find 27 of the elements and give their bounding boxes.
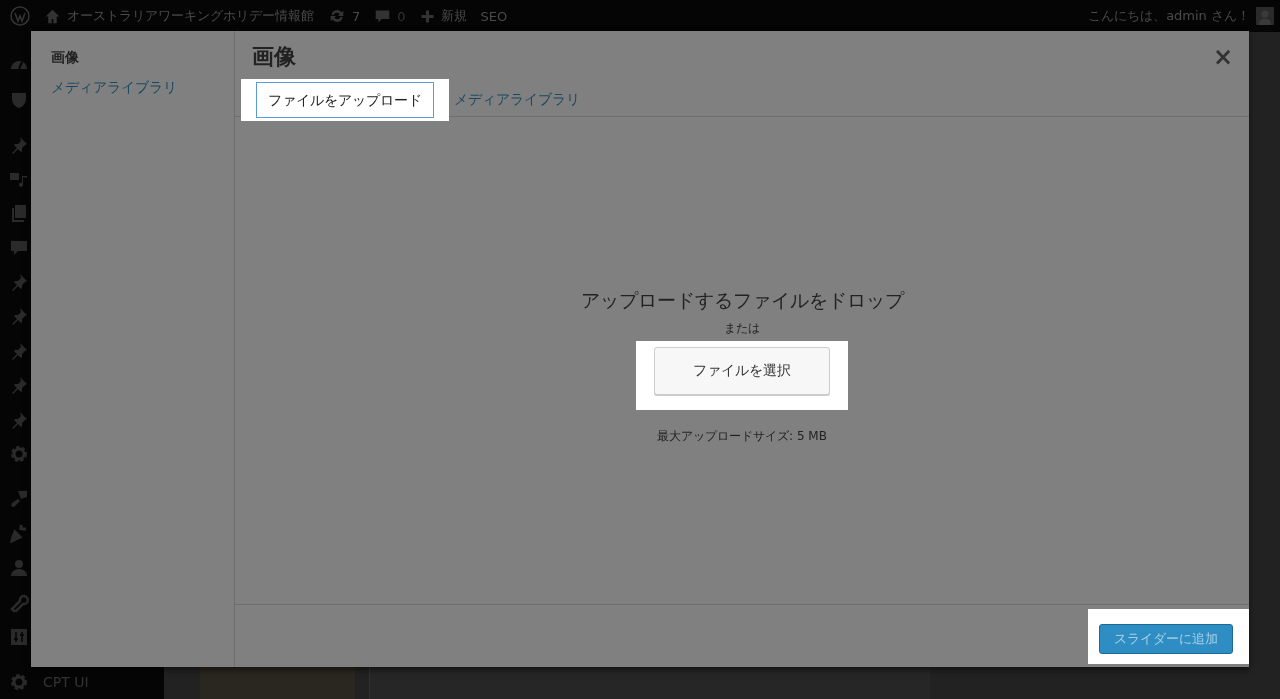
modal-menu-item[interactable]: 画像 xyxy=(51,49,234,67)
close-button[interactable]: × xyxy=(1212,45,1233,69)
wrench-icon[interactable] xyxy=(9,592,29,613)
drop-instructions: アップロードするファイルをドロップ xyxy=(580,288,904,313)
max-upload-size: 最大アップロードサイズ: 5 MB xyxy=(657,428,827,445)
gear-icon xyxy=(9,671,29,692)
sliders-icon[interactable] xyxy=(9,626,29,647)
avatar-silhouette-icon xyxy=(1256,7,1274,25)
or-text: または xyxy=(724,320,760,337)
modal-title: 画像 xyxy=(252,43,296,71)
updates-count: 7 xyxy=(352,8,361,24)
add-to-slider-button[interactable]: スライダーに追加 xyxy=(1099,623,1233,654)
home-icon xyxy=(44,7,61,25)
select-files-button[interactable]: ファイルを選択 xyxy=(654,347,830,395)
new-content-link[interactable]: 新規 xyxy=(419,7,467,25)
wordpress-logo-icon[interactable] xyxy=(10,6,30,26)
router-tab[interactable]: メディアライブラリ xyxy=(449,81,585,119)
new-label: 新規 xyxy=(440,7,467,25)
user-icon[interactable] xyxy=(9,557,29,578)
seo-menu-link[interactable]: SEO xyxy=(480,8,508,24)
pages-icon[interactable] xyxy=(9,203,29,224)
refresh-icon xyxy=(328,7,346,25)
modal-menu-item[interactable]: メディアライブラリ xyxy=(51,79,234,97)
router-tab[interactable]: ファイルをアップロード xyxy=(256,82,434,118)
plus-icon xyxy=(419,8,435,24)
gear-icon[interactable] xyxy=(9,443,29,464)
updates-link[interactable]: 7 xyxy=(328,7,361,25)
